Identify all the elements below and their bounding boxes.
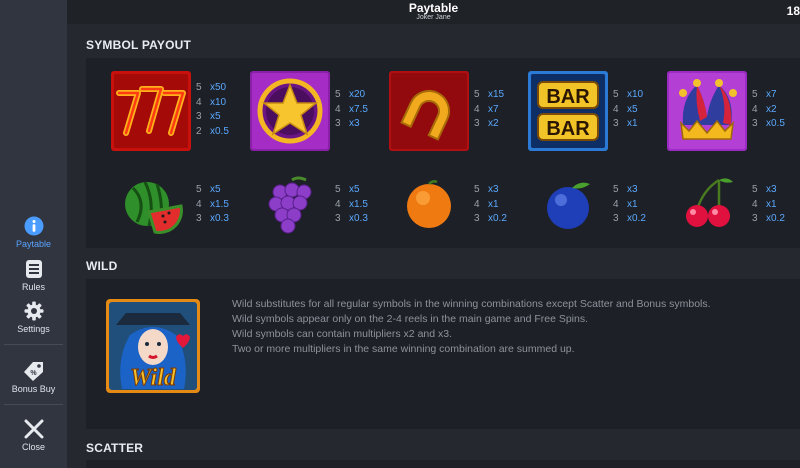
bar-icon: BAR BAR [528, 71, 608, 151]
pay-row: 4 x1.5 [196, 198, 229, 210]
nav-close-label: Close [21, 442, 45, 452]
pay-row: 3 x1 [613, 118, 638, 129]
pay-row: 5 x10 [613, 89, 644, 100]
wild-icon: Wild [106, 299, 200, 393]
page-subtitle: Joker Jane [416, 14, 451, 21]
pay-row: 4 x5 [613, 103, 638, 115]
pay-row: 4 x7.5 [335, 103, 368, 115]
orange-icon [407, 180, 451, 228]
wild-description: Wild substitutes for all regular symbols… [232, 297, 762, 357]
pay-row: 4 x1 [752, 198, 777, 210]
wild-text-line: Wild substitutes for all regular symbols… [232, 298, 711, 310]
gear-icon [24, 301, 43, 321]
scatter-panel [86, 460, 800, 468]
pay-row: 3 x5 [196, 111, 221, 122]
pay-list: 5 x5 4 x1.5 3 x0.3 [335, 183, 368, 227]
symbol-grapes [250, 166, 330, 246]
pay-row: 4 x2 [752, 103, 777, 115]
header: Paytable Joker Jane 18 [67, 0, 800, 24]
pay-list: 5 x7 4 x2 3 x0.5 [752, 88, 785, 132]
plum-icon [547, 182, 590, 229]
symbol-bar: BAR BAR [528, 71, 608, 151]
pay-list: 5 x50 4 x10 3 x5 2 x0.5 [196, 81, 229, 139]
nav-settings[interactable]: Settings [0, 301, 67, 334]
section-title-symbol-payout: SYMBOL PAYOUT [86, 38, 192, 52]
bar-top-text: BAR [546, 86, 590, 108]
pay-row: 3 x0.3 [196, 213, 229, 224]
nav-rules[interactable]: Rules [0, 259, 67, 292]
section-title-scatter: SCATTER [86, 441, 144, 455]
nav-bonus-buy[interactable]: % Bonus Buy [0, 361, 67, 394]
pay-row: 5 x5 [335, 184, 360, 195]
nav-paytable-label: Paytable [15, 239, 52, 249]
wild-text-line: Wild symbols appear only on the 2-4 reel… [232, 313, 589, 325]
cherries-icon [686, 178, 733, 227]
pay-row: 4 x1 [474, 198, 499, 210]
pay-row: 3 x3 [335, 118, 360, 129]
nav-divider [4, 404, 63, 405]
symbol-cherries [667, 166, 747, 246]
page-title: Paytable [408, 1, 459, 15]
pay-list: 5 x3 4 x1 3 x0.2 [613, 183, 646, 227]
pay-list: 5 x5 4 x1.5 3 x0.3 [196, 183, 229, 227]
wild-text-line: Two or more multipliers in the same winn… [232, 343, 575, 355]
horseshoe-icon [389, 71, 469, 151]
watermelon-icon [125, 181, 183, 234]
pay-row: 3 x2 [474, 118, 499, 129]
svg-text:%: % [30, 370, 37, 377]
nav-settings-label: Settings [17, 324, 50, 334]
symbol-sevens [111, 71, 191, 151]
pay-row: 5 x15 [474, 89, 505, 100]
symbol-jester-hat [667, 71, 747, 151]
bar-bottom-text: BAR [546, 118, 590, 140]
price-tag-icon: % [23, 362, 43, 381]
pay-row: 5 x3 [474, 184, 499, 195]
sevens-icon [111, 71, 191, 151]
pay-row: 2 x0.5 [196, 125, 229, 137]
nav-divider [4, 344, 63, 345]
pay-row: 5 x50 [196, 82, 227, 93]
pay-list: 5 x3 4 x1 3 x0.2 [752, 183, 785, 227]
symbol-plum [528, 166, 608, 246]
close-icon [24, 419, 43, 439]
nav-rules-label: Rules [21, 282, 45, 292]
nav-bonus-buy-label: Bonus Buy [11, 384, 56, 394]
pay-row: 5 x3 [752, 184, 777, 195]
pay-row: 5 x20 [335, 89, 366, 100]
sidebar: Paytable Rules Settings % Bonus Buy Clos… [0, 0, 67, 468]
pay-row: 3 x0.2 [474, 213, 507, 224]
pay-row: 4 x1.5 [335, 198, 368, 210]
pay-row: 5 x7 [752, 89, 777, 100]
info-icon [24, 216, 43, 236]
pay-list: 5 x3 4 x1 3 x0.2 [474, 183, 507, 227]
pay-row: 4 x7 [474, 103, 499, 115]
pay-list: 5 x20 4 x7.5 3 x3 [335, 88, 368, 132]
pay-row: 3 x0.5 [752, 118, 785, 129]
section-title-wild: WILD [86, 259, 118, 273]
header-right-value: 18 [786, 4, 800, 18]
symbol-horseshoe [389, 71, 469, 151]
pay-row: 3 x0.3 [335, 213, 368, 224]
pay-row: 4 x10 [196, 96, 227, 108]
pay-row: 3 x0.2 [613, 213, 646, 224]
nav-paytable[interactable]: Paytable [0, 216, 67, 249]
symbol-wild: Wild [106, 299, 200, 393]
symbol-star [250, 71, 330, 151]
pay-row: 4 x1 [613, 198, 638, 210]
pay-row: 5 x3 [613, 184, 638, 195]
grapes-icon [268, 176, 312, 234]
jester-hat-icon [667, 71, 747, 151]
document-icon [25, 260, 42, 278]
symbol-watermelon [111, 166, 191, 246]
wild-text-line: Wild symbols can contain multipliers x2 … [232, 328, 453, 340]
pay-row: 5 x5 [196, 184, 221, 195]
star-icon [250, 71, 330, 151]
nav-close[interactable]: Close [0, 419, 67, 452]
pay-list: 5 x10 4 x5 3 x1 [613, 88, 643, 132]
symbol-orange [389, 166, 469, 246]
pay-row: 3 x0.2 [752, 213, 785, 224]
wild-logo-text: Wild [130, 365, 177, 391]
pay-list: 5 x15 4 x7 3 x2 [474, 88, 504, 132]
